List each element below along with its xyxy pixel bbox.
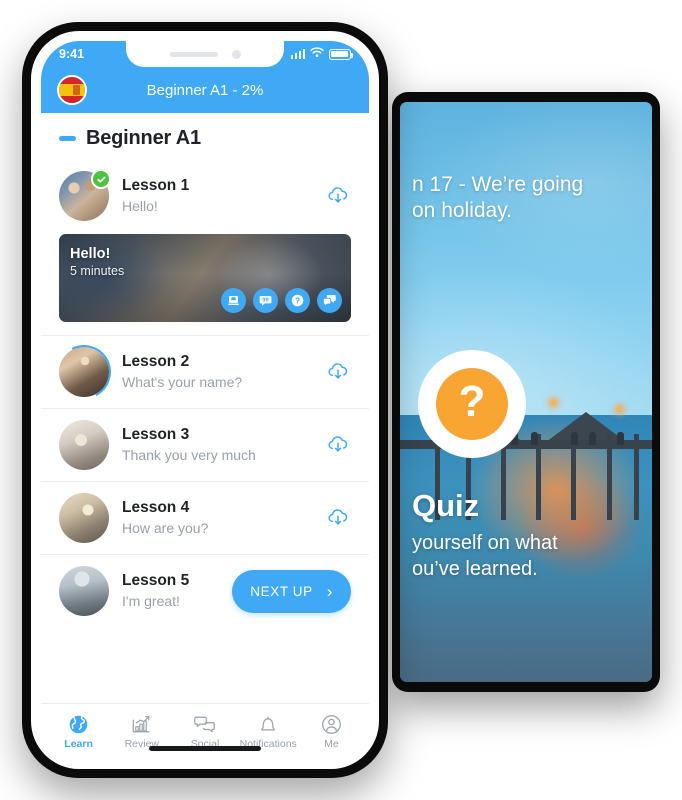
tab-learn[interactable]: Learn (47, 713, 110, 750)
lesson-subtitle: I'm great! (122, 592, 180, 609)
chat-bubbles-icon (194, 713, 216, 735)
lesson-text: Lesson 3 Thank you very much (122, 425, 312, 464)
avatar (59, 169, 111, 221)
status-time: 9:41 (59, 47, 85, 61)
page-title: Beginner A1 - 2% (146, 81, 264, 99)
scene: n 17 - We’re going on holiday. ? Quiz yo… (0, 0, 682, 800)
lesson-text: Lesson 2 What's your name? (122, 352, 312, 391)
lesson-row[interactable]: Lesson 4 How are you? (41, 482, 369, 555)
quiz-icon-badge[interactable]: ? (418, 350, 526, 458)
phone-device: 9:41 Beginner A1 - 2% Beginner A1 Lesson… (22, 22, 388, 778)
question-mark-icon: ? (436, 368, 508, 440)
quiz-subtitle: yourself on what ou’ve learned. (412, 532, 558, 580)
lesson-subtitle: Thank you very much (122, 446, 256, 463)
lesson-subtitle: Hello! (122, 197, 158, 214)
next-up-label: NEXT UP (250, 583, 313, 599)
chevron-right-icon: › (326, 581, 333, 601)
tablet-lesson-heading: n 17 - We’re going on holiday. (412, 173, 584, 223)
tab-label: Learn (64, 738, 93, 750)
lesson-row[interactable]: Lesson 2 What's your name? (41, 336, 369, 409)
wifi-icon (310, 47, 324, 61)
check-badge-icon (91, 169, 111, 189)
status-bar: 9:41 (41, 41, 369, 67)
avatar (49, 337, 119, 407)
lesson-text: Lesson 1 Hello! (122, 176, 312, 215)
lesson-title: Lesson 4 (122, 499, 190, 517)
avatar (59, 566, 109, 616)
section-header[interactable]: Beginner A1 (41, 113, 369, 160)
lesson-row[interactable]: Lesson 5 I'm great! NEXT UP › (41, 555, 369, 627)
spanish-flag-icon[interactable] (57, 75, 87, 105)
lesson-5-photo (59, 566, 109, 616)
lesson-row[interactable]: Lesson 1 Hello! (41, 160, 369, 232)
lesson-list: Lesson 1 Hello! Hello! 5 minutes 99 ? Le… (41, 160, 369, 703)
tablet-screen[interactable]: n 17 - We’re going on holiday. ? Quiz yo… (400, 102, 652, 682)
app-top-region: 9:41 Beginner A1 - 2% (41, 41, 369, 113)
tab-me[interactable]: Me (300, 713, 363, 750)
bell-icon (258, 713, 278, 735)
battery-icon (329, 48, 353, 60)
lesson-3-photo (59, 420, 109, 470)
lesson-card-wrapper: Hello! 5 minutes 99 ? (41, 232, 369, 336)
globe-icon (68, 713, 89, 735)
svg-text:?: ? (295, 295, 300, 305)
phone-screen[interactable]: 9:41 Beginner A1 - 2% Beginner A1 Lesson… (41, 41, 369, 759)
svg-text:99: 99 (262, 298, 268, 304)
lesson-subtitle: How are you? (122, 519, 209, 536)
lesson-title: Lesson 1 (122, 177, 190, 195)
lesson-title: Lesson 5 (122, 572, 190, 590)
progress-ring-icon (49, 337, 119, 407)
vocabulary-quote-icon[interactable]: 99 (253, 288, 278, 313)
lesson-row[interactable]: Lesson 3 Thank you very much (41, 409, 369, 482)
lesson-title: Lesson 3 (122, 426, 190, 444)
conversation-chat-icon[interactable] (317, 288, 342, 313)
video-lesson-icon[interactable] (221, 288, 246, 313)
home-indicator[interactable] (149, 746, 261, 751)
lesson-card-title: Hello! (70, 246, 111, 262)
tab-label: Me (324, 738, 339, 750)
next-up-button[interactable]: NEXT UP › (232, 569, 351, 613)
cloud-download-icon[interactable] (325, 432, 351, 458)
status-indicators (290, 47, 353, 61)
lesson-card-actions: 99 ? (221, 288, 342, 313)
tab-notifications[interactable]: Notifications (237, 713, 300, 750)
avatar (59, 493, 109, 543)
tab-social[interactable]: Social (173, 713, 236, 750)
lesson-title: Lesson 2 (122, 353, 190, 371)
tablet-device: n 17 - We’re going on holiday. ? Quiz yo… (392, 92, 660, 692)
person-icon (321, 713, 342, 735)
collapse-minus-icon[interactable] (59, 136, 76, 141)
app-body: Beginner A1 Lesson 1 Hello! Hello! 5 min… (41, 113, 369, 759)
phone-bezel: 9:41 Beginner A1 - 2% Beginner A1 Lesson… (31, 31, 379, 769)
lesson-subtitle: What's your name? (122, 373, 243, 390)
avatar (59, 420, 109, 470)
cloud-download-icon[interactable] (325, 359, 351, 385)
bar-chart-icon (131, 713, 152, 735)
section-title: Beginner A1 (86, 127, 201, 149)
tab-review[interactable]: Review (110, 713, 173, 750)
lesson-text: Lesson 5 I'm great! (122, 571, 219, 610)
cloud-download-icon[interactable] (325, 505, 351, 531)
quiz-question-icon[interactable]: ? (285, 288, 310, 313)
cloud-download-icon[interactable] (325, 183, 351, 209)
lesson-text: Lesson 4 How are you? (122, 498, 312, 537)
lesson-card-text: Hello! 5 minutes (70, 246, 124, 278)
app-header: Beginner A1 - 2% (41, 67, 369, 113)
lesson-4-photo (59, 493, 109, 543)
lesson-media-card[interactable]: Hello! 5 minutes 99 ? (59, 234, 351, 322)
signal-bars-icon (290, 49, 305, 59)
lesson-card-duration: 5 minutes (70, 264, 125, 278)
quiz-title: Quiz (412, 488, 480, 523)
